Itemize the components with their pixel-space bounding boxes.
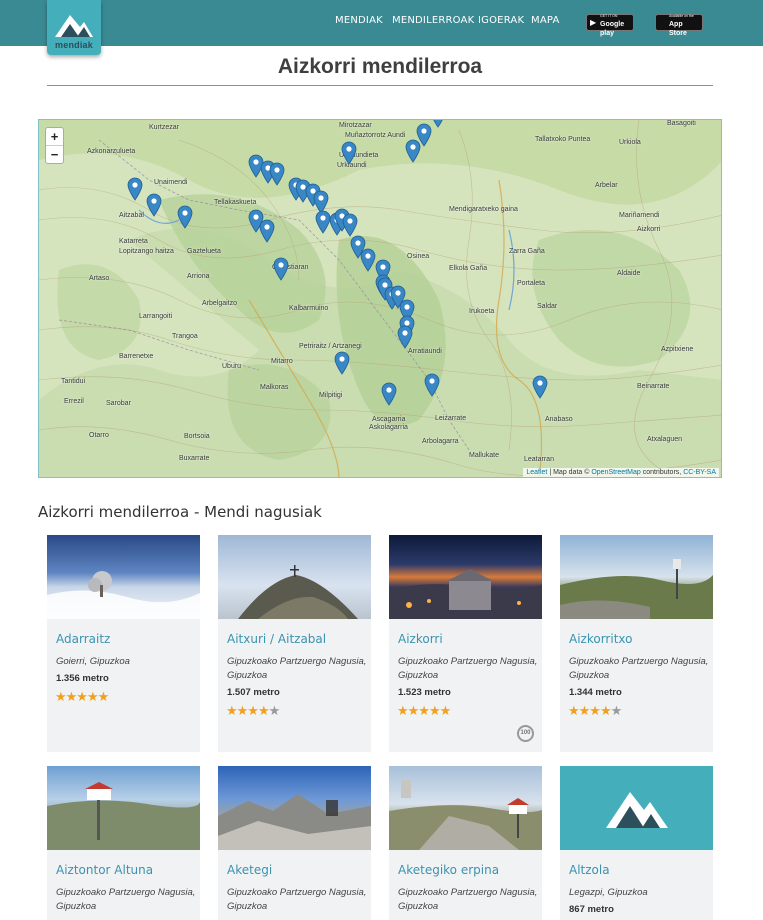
mountain-card[interactable]: Aiztontor Altuna Gipuzkoako Partzuergo N…: [47, 766, 200, 920]
mountain-height: 867 metro: [569, 904, 614, 915]
rating-stars: ★★★★★: [397, 703, 451, 718]
map-marker-icon[interactable]: [416, 123, 432, 147]
map-marker-icon[interactable]: [424, 373, 440, 397]
mountain-photo: [389, 535, 542, 619]
mountain-name[interactable]: Altzola: [569, 863, 610, 877]
mountain-location: Gipuzkoako Partzuergo Nagusia, Gipuzkoa: [569, 656, 709, 681]
zoom-in-button[interactable]: +: [46, 128, 63, 146]
mountain-name[interactable]: Aitxuri / Aitzabal: [227, 632, 326, 646]
mountain-name[interactable]: Aketegi: [227, 863, 272, 877]
mountain-photo-placeholder: [560, 766, 713, 850]
map-marker-icon[interactable]: [381, 382, 397, 406]
top100-badge-icon: 100: [517, 725, 534, 742]
mountain-height: 1.356 metro: [56, 673, 109, 684]
site-logo[interactable]: mendiak: [47, 0, 101, 55]
mountain-photo: [218, 766, 371, 850]
mountain-card[interactable]: Aizkorri Gipuzkoako Partzuergo Nagusia, …: [389, 535, 542, 752]
mountain-photo: [218, 535, 371, 619]
mountain-card[interactable]: Altzola Legazpi, Gipuzkoa 867 metro: [560, 766, 713, 920]
map-marker-icon[interactable]: [313, 190, 329, 214]
mountain-photo: [47, 535, 200, 619]
mountain-card[interactable]: Aitxuri / Aitzabal Gipuzkoako Partzuergo…: [218, 535, 371, 752]
osm-link[interactable]: OpenStreetMap: [591, 469, 640, 476]
mountain-photo: [389, 766, 542, 850]
map-marker-icon[interactable]: [342, 213, 358, 237]
license-link[interactable]: CC-BY-SA: [683, 469, 716, 476]
map-marker-icon[interactable]: [127, 177, 143, 201]
mountain-name[interactable]: Adarraitz: [56, 632, 110, 646]
map-marker-icon[interactable]: [397, 325, 413, 349]
map-marker-icon[interactable]: [431, 120, 445, 128]
map-marker-icon[interactable]: [259, 219, 275, 243]
map-marker-icon[interactable]: [405, 139, 421, 163]
play-store-icon: ▶: [590, 18, 597, 27]
mountain-card[interactable]: Aketegi Gipuzkoako Partzuergo Nagusia, G…: [218, 766, 371, 920]
mountain-location: Gipuzkoako Partzuergo Nagusia, Gipuzkoa: [56, 887, 196, 912]
page-title: Aizkorri mendilerroa: [277, 55, 483, 78]
map-marker-icon[interactable]: [269, 162, 285, 186]
map-view[interactable]: Kurtzezar Azkonarzulueta Unaimendi Aitza…: [38, 119, 722, 478]
rating-stars: ★★★★★: [55, 689, 109, 704]
mountain-location: Legazpi, Gipuzkoa: [569, 887, 648, 898]
google-play-badge[interactable]: ▶ GET IT ON Google play: [586, 14, 634, 37]
mountain-logo-icon: [55, 15, 93, 37]
map-marker-icon[interactable]: [273, 257, 289, 281]
nav-mendilerroak[interactable]: MENDILERROAK: [392, 15, 474, 26]
map-marker-icon[interactable]: [360, 248, 376, 272]
mountain-card[interactable]: Aizkorritxo Gipuzkoako Partzuergo Nagusi…: [560, 535, 713, 752]
leaflet-link[interactable]: Leaflet: [526, 469, 547, 476]
mountain-location: Gipuzkoako Partzuergo Nagusia, Gipuzkoa: [227, 656, 367, 681]
mountain-card[interactable]: Adarraitz Goierri, Gipuzkoa 1.356 metro …: [47, 535, 200, 752]
rating-stars: ★★★★★: [226, 703, 280, 718]
map-markers: [127, 120, 548, 406]
top-navbar: mendiak MENDIAK MENDILERROAK IGOERAK MAP…: [0, 0, 763, 55]
mountain-name[interactable]: Aizkorritxo: [569, 632, 632, 646]
mountain-name[interactable]: Aizkorri: [398, 632, 443, 646]
map-marker-icon[interactable]: [532, 375, 548, 399]
mountain-card[interactable]: Aketegiko erpina Gipuzkoako Partzuergo N…: [389, 766, 542, 920]
logo-text: mendiak: [55, 40, 93, 50]
mountain-name[interactable]: Aketegiko erpina: [398, 863, 499, 877]
mountain-height: 1.507 metro: [227, 687, 280, 698]
zoom-out-button[interactable]: −: [46, 146, 63, 164]
map-marker-icon[interactable]: [334, 351, 350, 375]
mountain-height: 1.523 metro: [398, 687, 451, 698]
mountain-name[interactable]: Aiztontor Altuna: [56, 863, 153, 877]
map-attribution: Leaflet | Map data © OpenStreetMap contr…: [523, 468, 719, 477]
rating-stars: ★★★★★: [568, 703, 622, 718]
mountain-location: Gipuzkoako Partzuergo Nagusia, Gipuzkoa: [398, 887, 538, 912]
mountain-location: Gipuzkoako Partzuergo Nagusia, Gipuzkoa: [227, 887, 367, 912]
map-marker-icon[interactable]: [315, 210, 331, 234]
nav-mendiak[interactable]: MENDIAK: [335, 15, 383, 26]
section-title: Aizkorri mendilerroa - Mendi nagusiak: [38, 503, 322, 521]
map-marker-icon[interactable]: [146, 193, 162, 217]
app-store-badge[interactable]: Available on the App Store: [655, 14, 703, 37]
map-marker-icon[interactable]: [341, 141, 357, 165]
nav-igoerak[interactable]: IGOERAK: [478, 15, 524, 26]
map-marker-icon[interactable]: [177, 205, 193, 229]
mountain-location: Goierri, Gipuzkoa: [56, 656, 130, 667]
mountain-photo: [47, 766, 200, 850]
mountain-photo: [560, 535, 713, 619]
nav-mapa[interactable]: MAPA: [531, 15, 560, 26]
title-divider: [47, 85, 713, 86]
zoom-control: + −: [45, 127, 64, 164]
mountain-logo-icon: [606, 792, 668, 828]
mountain-location: Gipuzkoako Partzuergo Nagusia, Gipuzkoa: [398, 656, 538, 681]
mountain-height: 1.344 metro: [569, 687, 622, 698]
